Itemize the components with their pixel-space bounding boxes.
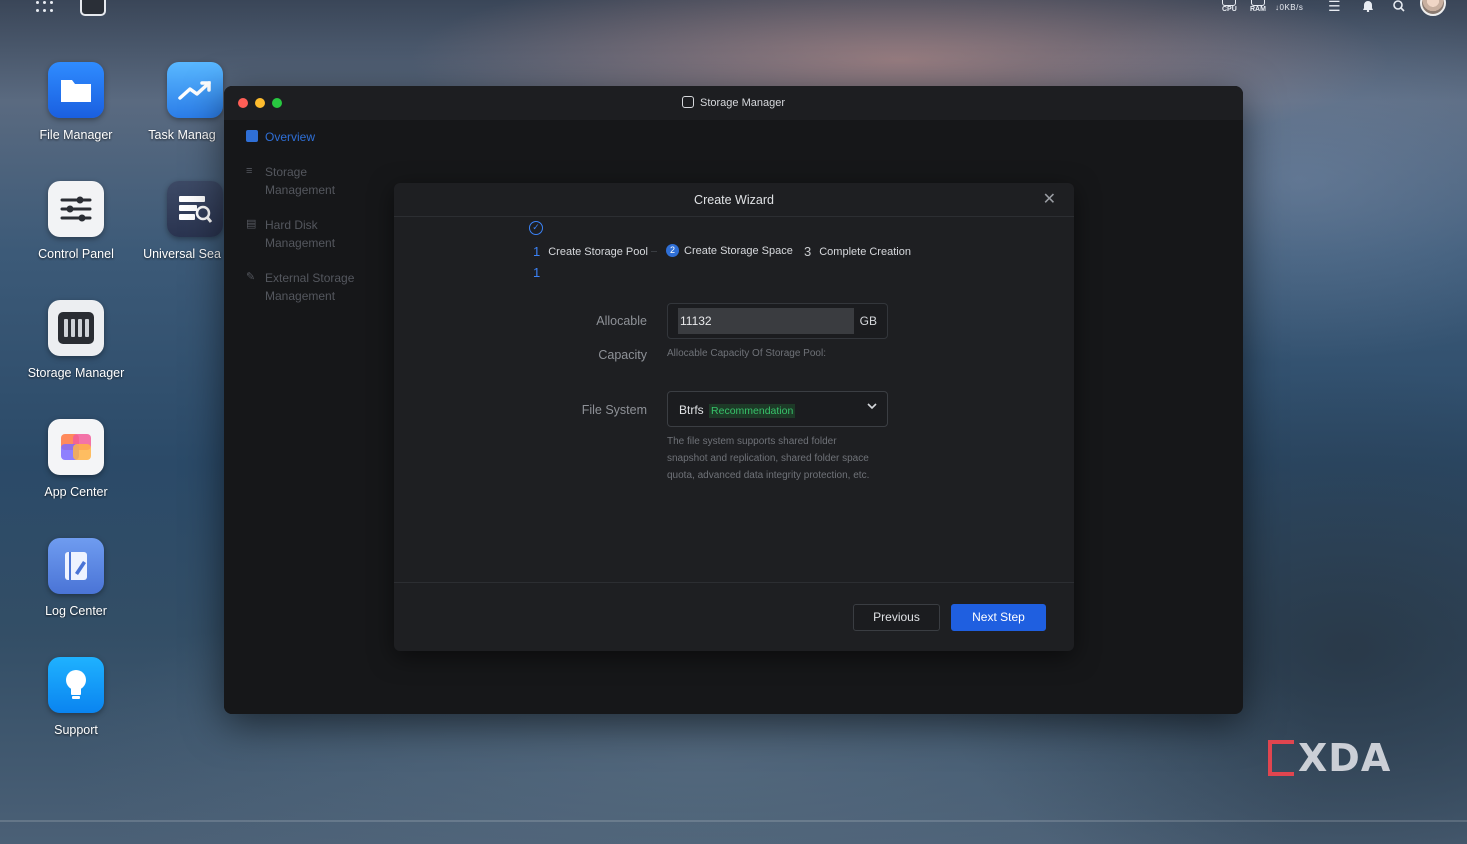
bottom-edge xyxy=(0,820,1467,822)
sliders-icon xyxy=(48,181,104,237)
next-step-button[interactable]: Next Step xyxy=(951,604,1046,631)
trend-chart-icon xyxy=(167,62,223,118)
window-titlebar[interactable]: Storage Manager xyxy=(224,86,1243,120)
sidebar-item-storage-management[interactable]: ≡ Storage Management xyxy=(246,163,376,199)
top-bar: CPU RAM ↓0KB/s ☰ xyxy=(0,0,1467,22)
storage-manager-app-icon xyxy=(682,96,694,108)
step-label: Create Storage Pool xyxy=(548,245,648,258)
desktop-icon-label: Task Manag xyxy=(148,128,216,142)
capacity-label: Capacity xyxy=(598,348,647,362)
step-separator xyxy=(651,251,657,252)
step-complete-creation: 3 Complete Creation xyxy=(804,244,911,259)
desktop-icon-label: Control Panel xyxy=(38,247,114,261)
desktop-icon-label: Log Center xyxy=(45,604,107,618)
step-number-extra: 1 xyxy=(533,265,541,280)
ram-monitor-icon[interactable]: RAM xyxy=(1250,0,1266,13)
step-create-storage-pool: 1 Create Storage Pool xyxy=(533,244,648,259)
cpu-monitor-icon[interactable]: CPU xyxy=(1222,0,1237,13)
window-title-text: Storage Manager xyxy=(700,97,785,109)
app-blocks-icon xyxy=(48,419,104,475)
dialog-header: Create Wizard ✕ xyxy=(394,183,1074,217)
chevron-down-icon xyxy=(866,400,878,415)
app-launcher-icon[interactable] xyxy=(36,0,56,14)
usb-icon: ✎ xyxy=(246,271,256,283)
file-system-selected: Btrfs Recommendation xyxy=(679,403,796,418)
sidebar-item-external-storage-management[interactable]: ✎ External Storage Management xyxy=(246,269,376,305)
taskbar-storage-manager-icon[interactable] xyxy=(80,0,106,16)
step-label: Complete Creation xyxy=(819,245,911,258)
previous-button[interactable]: Previous xyxy=(853,604,940,631)
file-system-value: Btrfs xyxy=(679,403,704,417)
file-system-hint: The file system supports shared folder s… xyxy=(667,433,869,484)
lightbulb-icon xyxy=(48,657,104,713)
search-icon[interactable] xyxy=(1392,0,1406,13)
database-icon: ≡ xyxy=(246,165,253,177)
sidebar: Overview ≡ Storage Management ▤ Hard Dis… xyxy=(224,120,384,714)
allocable-hint: Allocable Capacity Of Storage Pool: xyxy=(667,348,826,359)
task-list-icon[interactable]: ☰ xyxy=(1328,0,1341,13)
close-icon[interactable]: ✕ xyxy=(1043,192,1056,208)
allocable-capacity-field: GB xyxy=(667,303,888,339)
create-wizard-dialog: Create Wizard ✕ ✓ 1 Create Storage Pool … xyxy=(394,183,1074,651)
desktop-icon-log-center[interactable]: Log Center xyxy=(21,538,131,618)
search-list-icon xyxy=(167,181,223,237)
log-document-icon xyxy=(48,538,104,594)
capacity-unit: GB xyxy=(859,314,877,328)
desktop-icon-app-center[interactable]: App Center xyxy=(21,419,131,499)
xda-logo-icon xyxy=(1268,740,1294,776)
desktop-icon-file-manager[interactable]: File Manager xyxy=(21,62,131,142)
desktop-icon-label: File Manager xyxy=(39,128,113,142)
dialog-title: Create Wizard xyxy=(694,193,774,207)
step-number: 3 xyxy=(804,244,812,259)
xda-watermark: XDA xyxy=(1268,736,1391,780)
allocable-label: Allocable xyxy=(596,314,647,328)
desktop-icon-label: Support xyxy=(54,723,98,737)
sidebar-item-hard-disk-management[interactable]: ▤ Hard Disk Management xyxy=(246,216,376,252)
sidebar-item-label: Hard Disk Management xyxy=(265,218,336,250)
ram-label: RAM xyxy=(1250,6,1266,13)
storage-drive-icon xyxy=(48,300,104,356)
hint-line: snapshot and replication, shared folder … xyxy=(667,453,869,464)
overview-icon xyxy=(246,130,258,142)
notification-bell-icon[interactable] xyxy=(1361,0,1375,13)
hint-line: quota, advanced data integrity protectio… xyxy=(667,470,870,481)
file-system-select[interactable]: Btrfs Recommendation xyxy=(667,391,888,427)
file-system-label: File System xyxy=(581,403,647,417)
sidebar-item-overview[interactable]: Overview xyxy=(246,128,376,146)
desktop-icon-label: App Center xyxy=(44,485,108,499)
step-number: 1 xyxy=(533,244,541,259)
desktop-icon-support[interactable]: Support xyxy=(21,657,131,737)
sidebar-item-label: Overview xyxy=(265,130,316,144)
xda-watermark-text: XDA xyxy=(1298,736,1392,780)
hint-line: The file system supports shared folder xyxy=(667,436,837,447)
step-complete-check-icon: ✓ xyxy=(529,221,543,235)
step-number: 2 xyxy=(666,244,679,257)
network-speed: ↓0KB/s xyxy=(1275,3,1304,12)
dialog-footer-divider xyxy=(394,582,1074,583)
folder-icon xyxy=(48,62,104,118)
desktop-icon-label: Storage Manager xyxy=(27,366,125,380)
desktop-icon-control-panel[interactable]: Control Panel xyxy=(21,181,131,261)
recommendation-badge: Recommendation xyxy=(709,404,796,418)
user-avatar[interactable] xyxy=(1420,0,1446,16)
hard-disk-icon: ▤ xyxy=(246,218,257,230)
step-label: Create Storage Space xyxy=(684,244,793,257)
window-title: Storage Manager xyxy=(224,96,1243,109)
desktop-icon-storage-manager[interactable]: Storage Manager xyxy=(21,300,131,380)
desktop-icon-label: Universal Sea xyxy=(143,247,221,261)
sidebar-item-label: External Storage Management xyxy=(265,271,355,303)
cpu-label: CPU xyxy=(1222,6,1237,13)
sidebar-item-label: Storage Management xyxy=(265,165,336,197)
step-create-storage-space: 2 Create Storage Space xyxy=(666,244,793,257)
allocable-capacity-input[interactable] xyxy=(678,308,854,334)
